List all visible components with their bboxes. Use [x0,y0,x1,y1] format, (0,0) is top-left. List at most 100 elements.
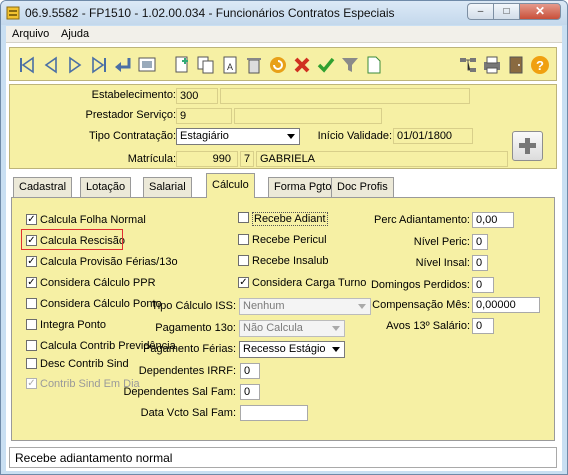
window-title: 06.9.5582 - FP1510 - 1.02.00.034 - Funci… [25,6,395,20]
minimize-button[interactable]: – [467,3,493,20]
matricula-label: Matrícula: [127,153,176,165]
estabelecimento-name [220,88,470,104]
previous-record-icon[interactable] [41,55,61,75]
tab-doc-profis[interactable]: Doc Profis [331,177,394,197]
title-bar: 06.9.5582 - FP1510 - 1.02.00.034 - Funci… [1,1,567,25]
header-panel: Estabelecimento: 300 Prestador Serviço: … [9,84,557,169]
checkbox-box [26,340,37,351]
close-button[interactable]: ✕ [519,3,561,20]
first-record-icon[interactable] [17,55,37,75]
checkbox-box [26,358,37,369]
checkbox-box [238,255,249,266]
tabs-area: Cadastral Lotação Salarial Cálculo Forma… [11,173,557,445]
svg-text:A: A [227,62,233,72]
svg-text:?: ? [536,58,544,73]
avos-13-salario-field[interactable]: 0 [472,318,494,334]
checkbox-box: ✓ [26,214,37,225]
perc-adiantamento-label: Perc Adiantamento: [373,214,470,226]
estabelecimento-code[interactable]: 300 [176,88,218,104]
tab-lotacao[interactable]: Lotação [80,177,132,197]
help-icon[interactable]: ? [530,55,550,75]
pagamento-13o-select: Não Calcula [239,320,345,337]
tipo-contratacao-label: Tipo Contratação: [88,130,176,142]
tab-calculo[interactable]: Cálculo [206,173,255,198]
dependentes-irrf-field[interactable]: 0 [240,363,260,379]
checkbox-box [26,298,37,309]
last-record-icon[interactable] [89,55,109,75]
matricula-digit: 7 [240,151,254,167]
inicio-validade-field[interactable]: 01/01/1800 [393,128,473,144]
plus-icon [519,138,536,154]
compensacao-mes-field[interactable]: 0,00000 [472,297,540,313]
tipo-contratacao-select[interactable]: Estagiário [176,128,300,145]
pagamento-ferias-label: Pagamento Férias: [143,343,236,355]
prestador-code[interactable]: 9 [176,108,232,124]
tab-salarial[interactable]: Salarial [143,177,192,197]
checkbox-box [238,212,249,223]
matricula-name: GABRIELA [256,151,508,167]
nivel-insal-field[interactable]: 0 [472,255,488,271]
dependentes-sal-fam-field[interactable]: 0 [240,384,260,400]
data-vcto-sal-fam-field[interactable] [240,405,308,421]
prestador-name [234,108,382,124]
pagamento-ferias-select[interactable]: Recesso Estágio [239,341,345,358]
checkbox-box: ✓ [26,378,37,389]
checkbox-box: ✓ [26,256,37,267]
checkbox-box [238,234,249,245]
dependentes-irrf-label: Dependentes IRRF: [138,365,236,377]
checkbox-box: ✓ [26,277,37,288]
edit-icon[interactable]: A [220,55,240,75]
view-icon[interactable] [137,55,157,75]
exit-icon[interactable] [506,55,526,75]
nivel-peric-field[interactable]: 0 [472,234,488,250]
undo-icon[interactable] [268,55,288,75]
next-record-icon[interactable] [65,55,85,75]
chevron-down-icon [332,326,340,331]
toolbar: A ? [9,47,557,81]
app-window: 06.9.5582 - FP1510 - 1.02.00.034 - Funci… [0,0,568,475]
estabelecimento-label: Estabelecimento: [91,89,176,101]
filter-icon[interactable] [340,55,360,75]
document-icon[interactable] [364,55,384,75]
add-button[interactable] [512,131,543,161]
compensacao-mes-label: Compensação Mês: [372,299,470,311]
delete-icon[interactable] [244,55,264,75]
checkbox-box [26,319,37,330]
menu-arquivo[interactable]: Arquivo [12,28,49,40]
cancel-icon[interactable] [292,55,312,75]
copy-icon[interactable] [196,55,216,75]
chevron-down-icon [332,347,340,352]
dependentes-sal-fam-label: Dependentes Sal Fam: [123,386,236,398]
return-icon[interactable] [113,55,133,75]
checkbox-box: ✓ [238,277,249,288]
perc-adiantamento-field[interactable]: 0,00 [472,212,514,228]
domingos-perdidos-field[interactable]: 0 [472,277,494,293]
matricula-code[interactable]: 990 [176,151,238,167]
confirm-icon[interactable] [316,55,336,75]
prestador-label: Prestador Serviço: [85,109,176,121]
menu-bar: Arquivo Ajuda [6,26,562,43]
nivel-insal-label: Nível Insal: [415,257,470,269]
tab-cadastral[interactable]: Cadastral [13,177,73,197]
data-vcto-sal-fam-label: Data Vcto Sal Fam: [140,407,236,419]
chevron-down-icon [287,134,295,139]
print-icon[interactable] [482,55,502,75]
inicio-validade-label: Início Validade: [317,130,392,142]
new-record-icon[interactable] [172,55,192,75]
calculo-panel: ✓ Calcula Folha Normal ✓ Calcula Rescisão … [11,197,555,441]
tipo-contratacao-value: Estagiário [180,130,229,142]
menu-ajuda[interactable]: Ajuda [61,28,89,40]
status-bar: Recebe adiantamento normal [9,447,557,468]
nivel-peric-label: Nível Peric: [413,236,470,248]
maximize-button[interactable]: □ [493,3,519,20]
app-icon [6,6,20,20]
client-area: A ? Estabelecimento: 300 Prestador Servi… [6,43,562,471]
tab-forma-pgto[interactable]: Forma Pgto [268,177,338,197]
tree-icon[interactable] [458,55,478,75]
focus-highlight [21,229,123,250]
window-controls: – □ ✕ [467,3,561,20]
domingos-perdidos-label: Domingos Perdidos: [370,279,470,291]
tipo-calculo-iss-label: Tipo Cálculo ISS: [151,300,236,312]
avos-13-salario-label: Avos 13º Salário: [386,320,470,332]
pagamento-13o-label: Pagamento 13o: [155,322,236,334]
